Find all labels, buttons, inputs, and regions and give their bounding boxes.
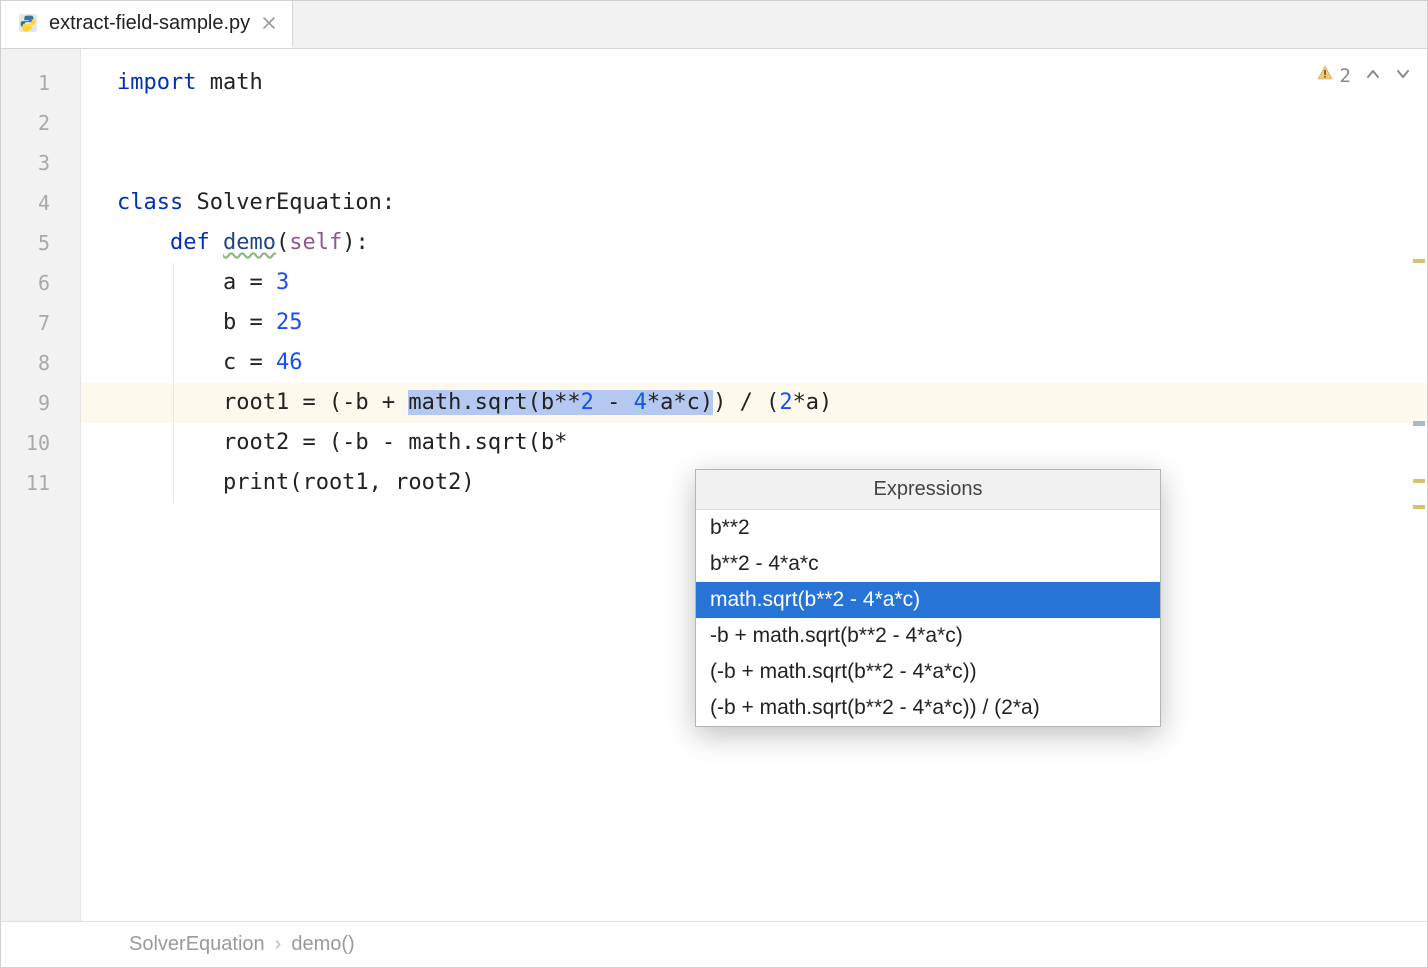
token: ): bbox=[342, 230, 369, 255]
code-line[interactable] bbox=[81, 143, 1427, 183]
token: math bbox=[196, 70, 262, 95]
token: root2 = (-b - math.sqrt(b* bbox=[223, 430, 567, 455]
warnings-indicator[interactable]: 2 bbox=[1316, 64, 1351, 87]
token: *a*c) bbox=[647, 390, 713, 415]
warning-marker[interactable] bbox=[1413, 259, 1425, 263]
popup-title: Expressions bbox=[696, 470, 1160, 510]
tab-bar: extract-field-sample.py bbox=[1, 1, 1427, 49]
breadcrumb-bar: SolverEquation › demo() bbox=[1, 921, 1427, 967]
code-line[interactable]: c = 46 bbox=[81, 343, 1427, 383]
number-token: 2 bbox=[581, 390, 594, 415]
line-number[interactable]: 2 bbox=[1, 103, 80, 143]
code-line[interactable]: root2 = (-b - math.sqrt(b* bbox=[81, 423, 1427, 463]
code-line[interactable]: b = 25 bbox=[81, 303, 1427, 343]
error-stripe[interactable] bbox=[1411, 49, 1427, 921]
warning-marker[interactable] bbox=[1413, 505, 1425, 509]
line-number-gutter: 1 2 3 4 5 6 7 8 9 10 11 bbox=[1, 49, 81, 921]
breadcrumb-item[interactable]: demo() bbox=[291, 933, 354, 956]
warning-icon bbox=[1316, 64, 1334, 87]
chevron-right-icon: › bbox=[275, 933, 282, 956]
self-token: self bbox=[289, 230, 342, 255]
number-token: 46 bbox=[276, 350, 303, 375]
expression-option[interactable]: (-b + math.sqrt(b**2 - 4*a*c)) / (2*a) bbox=[696, 690, 1160, 726]
line-number[interactable]: 6 bbox=[1, 263, 80, 303]
code-line[interactable]: class SolverEquation: bbox=[81, 183, 1427, 223]
code-line[interactable] bbox=[81, 103, 1427, 143]
code-line[interactable]: a = 3 bbox=[81, 263, 1427, 303]
token: c = bbox=[223, 350, 276, 375]
info-marker[interactable] bbox=[1413, 421, 1425, 426]
keyword: import bbox=[117, 70, 196, 95]
token: *a) bbox=[793, 390, 833, 415]
expression-option-selected[interactable]: math.sqrt(b**2 - 4*a*c) bbox=[696, 582, 1160, 618]
tab-filename: extract-field-sample.py bbox=[49, 12, 250, 35]
code-line[interactable]: import math bbox=[81, 63, 1427, 103]
line-number[interactable]: 5 bbox=[1, 223, 80, 263]
code-editor[interactable]: import math class SolverEquation: def de… bbox=[81, 49, 1427, 921]
expressions-popup: Expressions b**2 b**2 - 4*a*c math.sqrt(… bbox=[695, 469, 1161, 727]
keyword: class bbox=[117, 190, 183, 215]
function-name: demo bbox=[223, 230, 276, 255]
inspections-widget: 2 bbox=[1316, 63, 1411, 88]
python-file-icon bbox=[17, 12, 39, 34]
close-tab-icon[interactable] bbox=[260, 14, 278, 32]
line-number[interactable]: 10 bbox=[1, 423, 80, 463]
token: a = bbox=[223, 270, 276, 295]
keyword: def bbox=[170, 230, 210, 255]
line-number[interactable]: 9 bbox=[1, 383, 80, 423]
token: math.sqrt(b** bbox=[408, 390, 580, 415]
line-number[interactable]: 8 bbox=[1, 343, 80, 383]
editor-tab[interactable]: extract-field-sample.py bbox=[1, 1, 293, 48]
line-number[interactable]: 7 bbox=[1, 303, 80, 343]
token: root1 = (-b + bbox=[223, 390, 408, 415]
token: - bbox=[594, 390, 634, 415]
token: : bbox=[382, 190, 395, 215]
line-number[interactable]: 11 bbox=[1, 463, 80, 503]
line-number[interactable]: 1 bbox=[1, 63, 80, 103]
expression-option[interactable]: b**2 bbox=[696, 510, 1160, 546]
number-token: 4 bbox=[634, 390, 647, 415]
warning-count: 2 bbox=[1340, 65, 1351, 87]
code-line[interactable]: def demo(self): bbox=[81, 223, 1427, 263]
breadcrumb-item[interactable]: SolverEquation bbox=[129, 933, 265, 956]
next-highlight-icon[interactable] bbox=[1395, 63, 1411, 88]
warning-marker[interactable] bbox=[1413, 479, 1425, 483]
line-number[interactable]: 4 bbox=[1, 183, 80, 223]
editor-area: 1 2 3 4 5 6 7 8 9 10 11 import math clas… bbox=[1, 49, 1427, 921]
number-token: 25 bbox=[276, 310, 303, 335]
token: (root1, root2) bbox=[289, 470, 474, 495]
code-line-current[interactable]: root1 = (-b + math.sqrt(b**2 - 4*a*c)) /… bbox=[81, 383, 1427, 423]
token: b = bbox=[223, 310, 276, 335]
token: ) / ( bbox=[713, 390, 779, 415]
number-token: 2 bbox=[779, 390, 792, 415]
expression-option[interactable]: -b + math.sqrt(b**2 - 4*a*c) bbox=[696, 618, 1160, 654]
call-token: print bbox=[223, 470, 289, 495]
token: ( bbox=[276, 230, 289, 255]
expression-option[interactable]: (-b + math.sqrt(b**2 - 4*a*c)) bbox=[696, 654, 1160, 690]
prev-highlight-icon[interactable] bbox=[1365, 63, 1381, 88]
token: SolverEquation bbox=[183, 190, 382, 215]
line-number[interactable]: 3 bbox=[1, 143, 80, 183]
number-token: 3 bbox=[276, 270, 289, 295]
expression-option[interactable]: b**2 - 4*a*c bbox=[696, 546, 1160, 582]
